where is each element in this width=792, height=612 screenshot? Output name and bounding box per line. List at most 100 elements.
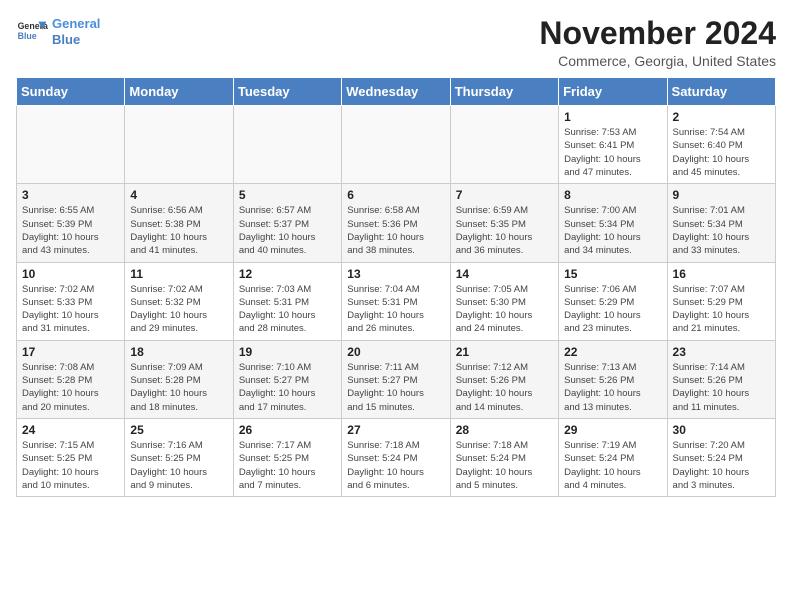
day-number: 20 xyxy=(347,345,444,359)
calendar-cell: 22Sunrise: 7:13 AMSunset: 5:26 PMDayligh… xyxy=(559,340,667,418)
day-number: 24 xyxy=(22,423,119,437)
calendar-week-3: 17 Sunrise: 7:08 AMSunset: 5:28 PMDayligh… xyxy=(17,340,776,418)
calendar-header-tuesday: Tuesday xyxy=(233,78,341,106)
day-number: 25 xyxy=(130,423,227,437)
day-number: 16 xyxy=(673,267,770,281)
calendar-cell: 12 Sunrise: 7:03 AMSunset: 5:31 PMDayligh… xyxy=(233,262,341,340)
calendar-header-wednesday: Wednesday xyxy=(342,78,450,106)
calendar-cell: 4 Sunrise: 6:56 AMSunset: 5:38 PMDaylight… xyxy=(125,184,233,262)
calendar-cell: 18 Sunrise: 7:09 AMSunset: 5:28 PMDayligh… xyxy=(125,340,233,418)
day-info: Sunrise: 7:06 AMSunset: 5:29 PMDaylight:… xyxy=(564,283,661,336)
day-number: 29 xyxy=(564,423,661,437)
calendar-cell: 28 Sunrise: 7:18 AMSunset: 5:24 PMDayligh… xyxy=(450,418,558,496)
day-number: 4 xyxy=(130,188,227,202)
logo-icon: General Blue xyxy=(16,18,48,46)
calendar-cell xyxy=(125,106,233,184)
day-number: 27 xyxy=(347,423,444,437)
day-info: Sunrise: 7:00 AMSunset: 5:34 PMDaylight:… xyxy=(564,204,661,257)
day-number: 7 xyxy=(456,188,553,202)
calendar-cell: 19 Sunrise: 7:10 AMSunset: 5:27 PMDayligh… xyxy=(233,340,341,418)
day-info: Sunrise: 7:18 AMSunset: 5:24 PMDaylight:… xyxy=(456,439,553,492)
calendar-week-1: 3Sunrise: 6:55 AMSunset: 5:39 PMDaylight… xyxy=(17,184,776,262)
calendar-cell: 26 Sunrise: 7:17 AMSunset: 5:25 PMDayligh… xyxy=(233,418,341,496)
day-number: 19 xyxy=(239,345,336,359)
day-info: Sunrise: 7:17 AMSunset: 5:25 PMDaylight:… xyxy=(239,439,336,492)
calendar-week-4: 24Sunrise: 7:15 AMSunset: 5:25 PMDayligh… xyxy=(17,418,776,496)
day-info: Sunrise: 7:09 AMSunset: 5:28 PMDaylight:… xyxy=(130,361,227,414)
day-info: Sunrise: 6:59 AMSunset: 5:35 PMDaylight:… xyxy=(456,204,553,257)
calendar-cell: 15 Sunrise: 7:06 AMSunset: 5:29 PMDayligh… xyxy=(559,262,667,340)
calendar-cell xyxy=(233,106,341,184)
day-number: 12 xyxy=(239,267,336,281)
day-number: 18 xyxy=(130,345,227,359)
location: Commerce, Georgia, United States xyxy=(539,53,776,69)
day-number: 22 xyxy=(564,345,661,359)
day-number: 2 xyxy=(673,110,770,124)
calendar-cell: 27 Sunrise: 7:18 AMSunset: 5:24 PMDayligh… xyxy=(342,418,450,496)
day-info: Sunrise: 7:10 AMSunset: 5:27 PMDaylight:… xyxy=(239,361,336,414)
calendar-cell: 29 Sunrise: 7:19 AMSunset: 5:24 PMDayligh… xyxy=(559,418,667,496)
day-info: Sunrise: 7:07 AMSunset: 5:29 PMDaylight:… xyxy=(673,283,770,336)
calendar-cell xyxy=(17,106,125,184)
day-number: 3 xyxy=(22,188,119,202)
svg-text:Blue: Blue xyxy=(18,31,37,41)
calendar-cell: 7 Sunrise: 6:59 AMSunset: 5:35 PMDaylight… xyxy=(450,184,558,262)
day-number: 13 xyxy=(347,267,444,281)
calendar-cell: 23Sunrise: 7:14 AMSunset: 5:26 PMDayligh… xyxy=(667,340,775,418)
title-area: November 2024 Commerce, Georgia, United … xyxy=(539,16,776,69)
day-number: 14 xyxy=(456,267,553,281)
calendar-cell: 14 Sunrise: 7:05 AMSunset: 5:30 PMDayligh… xyxy=(450,262,558,340)
day-number: 11 xyxy=(130,267,227,281)
calendar-cell: 2 Sunrise: 7:54 AMSunset: 6:40 PMDaylight… xyxy=(667,106,775,184)
day-number: 28 xyxy=(456,423,553,437)
calendar-cell: 5 Sunrise: 6:57 AMSunset: 5:37 PMDaylight… xyxy=(233,184,341,262)
day-info: Sunrise: 7:08 AMSunset: 5:28 PMDaylight:… xyxy=(22,361,119,414)
day-info: Sunrise: 7:02 AMSunset: 5:33 PMDaylight:… xyxy=(22,283,119,336)
calendar-header-saturday: Saturday xyxy=(667,78,775,106)
day-info: Sunrise: 6:57 AMSunset: 5:37 PMDaylight:… xyxy=(239,204,336,257)
logo-text: GeneralBlue xyxy=(52,16,100,47)
calendar-cell: 20 Sunrise: 7:11 AMSunset: 5:27 PMDayligh… xyxy=(342,340,450,418)
day-info: Sunrise: 7:54 AMSunset: 6:40 PMDaylight:… xyxy=(673,126,770,179)
calendar-cell: 8 Sunrise: 7:00 AMSunset: 5:34 PMDaylight… xyxy=(559,184,667,262)
page-header: General Blue GeneralBlue November 2024 C… xyxy=(16,16,776,69)
calendar-cell: 21Sunrise: 7:12 AMSunset: 5:26 PMDayligh… xyxy=(450,340,558,418)
day-number: 5 xyxy=(239,188,336,202)
day-number: 17 xyxy=(22,345,119,359)
day-number: 21 xyxy=(456,345,553,359)
day-info: Sunrise: 7:18 AMSunset: 5:24 PMDaylight:… xyxy=(347,439,444,492)
day-info: Sunrise: 7:05 AMSunset: 5:30 PMDaylight:… xyxy=(456,283,553,336)
day-info: Sunrise: 7:02 AMSunset: 5:32 PMDaylight:… xyxy=(130,283,227,336)
calendar-cell: 30Sunrise: 7:20 AMSunset: 5:24 PMDayligh… xyxy=(667,418,775,496)
day-number: 9 xyxy=(673,188,770,202)
day-info: Sunrise: 7:14 AMSunset: 5:26 PMDaylight:… xyxy=(673,361,770,414)
day-info: Sunrise: 6:56 AMSunset: 5:38 PMDaylight:… xyxy=(130,204,227,257)
calendar-table: SundayMondayTuesdayWednesdayThursdayFrid… xyxy=(16,77,776,497)
day-info: Sunrise: 7:19 AMSunset: 5:24 PMDaylight:… xyxy=(564,439,661,492)
calendar-cell: 24Sunrise: 7:15 AMSunset: 5:25 PMDayligh… xyxy=(17,418,125,496)
calendar-cell: 1Sunrise: 7:53 AMSunset: 6:41 PMDaylight… xyxy=(559,106,667,184)
day-number: 26 xyxy=(239,423,336,437)
day-number: 8 xyxy=(564,188,661,202)
logo: General Blue GeneralBlue xyxy=(16,16,100,47)
calendar-cell: 11 Sunrise: 7:02 AMSunset: 5:32 PMDayligh… xyxy=(125,262,233,340)
calendar-cell: 6 Sunrise: 6:58 AMSunset: 5:36 PMDaylight… xyxy=(342,184,450,262)
calendar-header-row: SundayMondayTuesdayWednesdayThursdayFrid… xyxy=(17,78,776,106)
calendar-cell: 10Sunrise: 7:02 AMSunset: 5:33 PMDayligh… xyxy=(17,262,125,340)
day-info: Sunrise: 6:58 AMSunset: 5:36 PMDaylight:… xyxy=(347,204,444,257)
day-info: Sunrise: 7:04 AMSunset: 5:31 PMDaylight:… xyxy=(347,283,444,336)
calendar-cell: 17 Sunrise: 7:08 AMSunset: 5:28 PMDayligh… xyxy=(17,340,125,418)
day-number: 15 xyxy=(564,267,661,281)
calendar-cell xyxy=(342,106,450,184)
calendar-week-0: 1Sunrise: 7:53 AMSunset: 6:41 PMDaylight… xyxy=(17,106,776,184)
calendar-cell xyxy=(450,106,558,184)
calendar-week-2: 10Sunrise: 7:02 AMSunset: 5:33 PMDayligh… xyxy=(17,262,776,340)
day-number: 6 xyxy=(347,188,444,202)
day-info: Sunrise: 7:11 AMSunset: 5:27 PMDaylight:… xyxy=(347,361,444,414)
month-title: November 2024 xyxy=(539,16,776,51)
calendar-cell: 3Sunrise: 6:55 AMSunset: 5:39 PMDaylight… xyxy=(17,184,125,262)
day-number: 30 xyxy=(673,423,770,437)
day-info: Sunrise: 7:03 AMSunset: 5:31 PMDaylight:… xyxy=(239,283,336,336)
calendar-header-sunday: Sunday xyxy=(17,78,125,106)
calendar-cell: 25Sunrise: 7:16 AMSunset: 5:25 PMDayligh… xyxy=(125,418,233,496)
